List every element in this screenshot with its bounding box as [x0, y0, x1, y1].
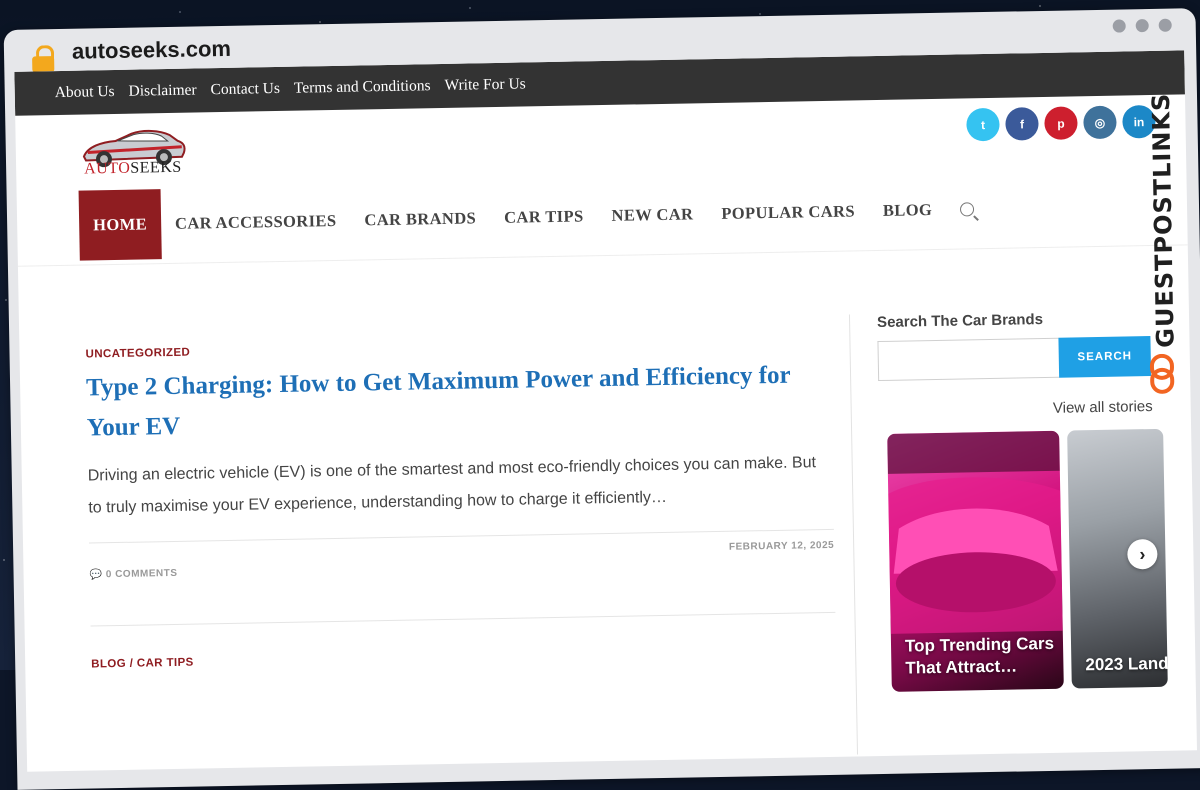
post-excerpt: Driving an electric vehicle (EV) is one … [87, 454, 817, 517]
social-links: t f p ◎ in [966, 104, 1156, 142]
post-title[interactable]: Type 2 Charging: How to Get Maximum Powe… [86, 355, 832, 449]
address-bar[interactable]: autoseeks.com [72, 36, 231, 65]
nav-car-brands[interactable]: CAR BRANDS [350, 183, 491, 256]
lock-icon [32, 45, 55, 73]
logo-part-seeks: SEEKS [130, 158, 182, 177]
sidebar-search: SEARCH [877, 336, 1158, 382]
divider [90, 611, 836, 627]
post-comments[interactable]: 💬 0 COMMENTS [89, 568, 177, 581]
window-dot-icon[interactable] [1135, 19, 1149, 33]
nav-search-button[interactable] [946, 174, 989, 245]
topbar-link-disclaimer[interactable]: Disclaimer [128, 81, 196, 100]
web-page: About Us Disclaimer Contact Us Terms and… [14, 50, 1197, 772]
pinterest-icon[interactable]: p [1044, 106, 1078, 140]
nav-home[interactable]: HOME [78, 189, 162, 261]
post-list: UNCATEGORIZED Type 2 Charging: How to Ge… [85, 335, 836, 671]
window-controls [1112, 18, 1172, 33]
chevron-right-icon: › [1139, 543, 1146, 564]
sidebar: Search The Car Brands SEARCH View all st… [876, 309, 1168, 694]
logo-part-auto: AUTO [84, 159, 131, 178]
column-divider [848, 314, 859, 755]
story-caption: 2023 Land Defender [1085, 652, 1168, 675]
topbar-link-about[interactable]: About Us [55, 83, 115, 102]
nav-car-accessories[interactable]: CAR ACCESSORIES [160, 186, 351, 259]
nav-car-tips[interactable]: CAR TIPS [489, 181, 598, 253]
nav-blog[interactable]: BLOG [868, 175, 947, 246]
topbar-link-write[interactable]: Write For Us [444, 75, 525, 94]
search-input[interactable] [877, 337, 1060, 382]
search-button[interactable]: SEARCH [1058, 336, 1152, 378]
story-card[interactable]: Top Trending Cars That Attract… [887, 430, 1064, 692]
main-area: UNCATEGORIZED Type 2 Charging: How to Ge… [18, 268, 1197, 769]
site-header: AUTOSEEKS t f p ◎ in HOME CAR ACCESSORIE… [15, 94, 1188, 267]
browser-window: autoseeks.com About Us Disclaimer Contac… [3, 8, 1200, 790]
watermark-text: GUESTPOSTLINKS [1146, 92, 1180, 349]
site-logo-text[interactable]: AUTOSEEKS [84, 159, 182, 179]
comment-icon: 💬 [89, 569, 106, 581]
topbar-link-terms[interactable]: Terms and Conditions [294, 77, 431, 98]
story-caption: Top Trending Cars That Attract… [904, 633, 1055, 678]
comments-count: 0 COMMENTS [105, 567, 178, 581]
sidebar-search-title: Search The Car Brands [876, 311, 1044, 332]
facebook-icon[interactable]: f [1005, 107, 1039, 141]
window-dot-icon[interactable] [1158, 18, 1172, 32]
main-nav: HOME CAR ACCESSORIES CAR BRANDS CAR TIPS… [78, 174, 989, 261]
stories-carousel: Top Trending Cars That Attract… 2023 Lan… [879, 428, 1168, 694]
nav-popular-cars[interactable]: POPULAR CARS [707, 176, 870, 249]
search-icon [960, 202, 975, 217]
view-all-stories-link[interactable]: View all stories [879, 398, 1159, 420]
link-icon [1149, 353, 1175, 394]
window-dot-icon[interactable] [1112, 19, 1126, 33]
post-meta: FEBRUARY 12, 2025 💬 0 COMMENTS [89, 530, 835, 590]
nav-new-car[interactable]: NEW CAR [597, 179, 708, 251]
post2-category[interactable]: BLOG / CAR TIPS [91, 645, 836, 671]
topbar-link-contact[interactable]: Contact Us [210, 80, 280, 99]
post-date: FEBRUARY 12, 2025 [728, 539, 835, 553]
twitter-icon[interactable]: t [966, 107, 1000, 142]
instagram-icon[interactable]: ◎ [1083, 105, 1117, 140]
watermark: GUESTPOSTLINKS [1139, 92, 1192, 406]
